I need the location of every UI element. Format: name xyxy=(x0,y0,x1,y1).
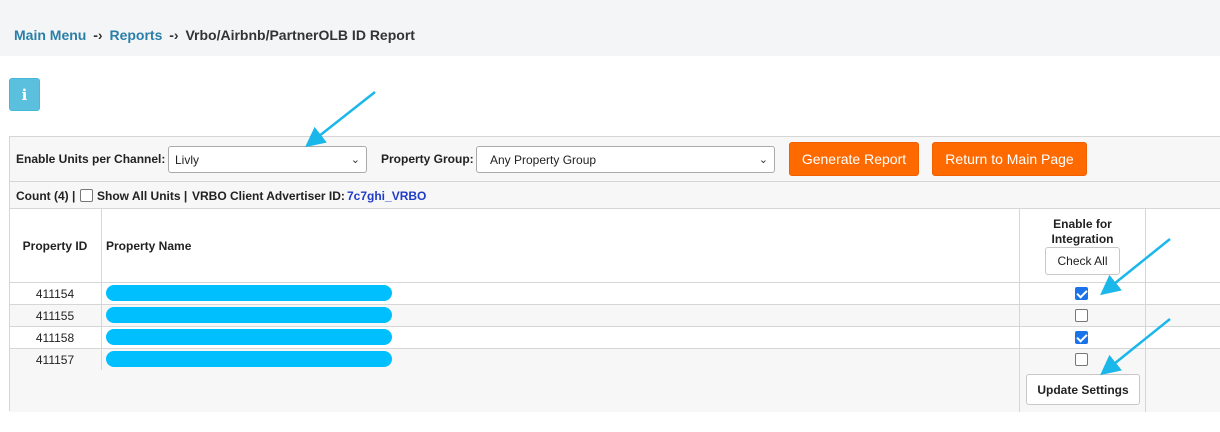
show-all-units-checkbox[interactable] xyxy=(80,189,93,202)
column-divider xyxy=(1019,209,1020,412)
info-button[interactable]: i xyxy=(9,78,40,111)
property-id: 411155 xyxy=(35,309,75,323)
redacted-property-name xyxy=(106,351,392,367)
table-row: 411158 xyxy=(10,327,1220,349)
column-header-enable-line1: Enable for xyxy=(1053,217,1112,231)
enable-integration-checkbox[interactable] xyxy=(1075,309,1088,322)
enable-integration-checkbox[interactable] xyxy=(1075,353,1088,366)
advertiser-id: 7c7ghi_VRBO xyxy=(347,189,427,203)
advertiser-label: VRBO Client Advertiser ID: xyxy=(192,189,345,203)
count-bar: Count (4) | Show All Units | VRBO Client… xyxy=(10,182,1220,209)
info-icon: i xyxy=(21,85,28,104)
redacted-property-name xyxy=(106,329,392,345)
redacted-property-name xyxy=(106,307,392,323)
chevron-down-icon: ⌄ xyxy=(350,154,360,166)
filter-row: Enable Units per Channel: Livly ⌄ Proper… xyxy=(10,137,1220,182)
table-row: 411155 xyxy=(10,305,1220,327)
channel-select[interactable]: Livly ⌄ xyxy=(168,146,367,173)
channel-label: Enable Units per Channel: xyxy=(16,152,166,166)
property-id: 411154 xyxy=(35,287,75,301)
breadcrumb-reports[interactable]: Reports xyxy=(109,27,162,43)
column-divider xyxy=(101,209,102,370)
column-divider xyxy=(1145,209,1146,412)
column-header-property-id: Property ID xyxy=(22,239,88,253)
property-group-label: Property Group: xyxy=(381,152,474,166)
column-header-property-name: Property Name xyxy=(106,239,192,253)
check-all-button[interactable]: Check All xyxy=(1045,247,1120,275)
property-id: 411157 xyxy=(35,353,75,367)
table-header: Property ID Property Name Enable for Int… xyxy=(10,209,1220,283)
show-all-units-label: Show All Units | xyxy=(97,189,188,203)
report-panel: Enable Units per Channel: Livly ⌄ Proper… xyxy=(9,136,1220,412)
update-settings-button[interactable]: Update Settings xyxy=(1026,374,1140,405)
redacted-property-name xyxy=(106,285,392,301)
property-id: 411158 xyxy=(35,331,75,345)
column-header-enable-line2: Integration xyxy=(1051,232,1114,246)
top-bar: Main Menu -› Reports -› Vrbo/Airbnb/Part… xyxy=(0,0,1220,56)
enable-integration-checkbox[interactable] xyxy=(1075,287,1088,300)
channel-select-value: Livly xyxy=(175,152,200,167)
table-row: 411154 xyxy=(10,283,1220,305)
breadcrumb-separator: -› xyxy=(93,27,103,43)
chevron-down-icon: ⌄ xyxy=(758,154,768,166)
breadcrumb-main-menu[interactable]: Main Menu xyxy=(14,27,86,43)
breadcrumb-separator: -› xyxy=(169,27,179,43)
property-group-select[interactable]: Any Property Group ⌄ xyxy=(476,146,775,173)
table-footer: Update Settings xyxy=(10,370,1220,412)
count-text: Count (4) | xyxy=(16,189,76,203)
breadcrumb: Main Menu -› Reports -› Vrbo/Airbnb/Part… xyxy=(14,27,415,43)
return-main-page-button[interactable]: Return to Main Page xyxy=(932,142,1087,176)
table-row: 411157 xyxy=(10,349,1220,371)
property-group-select-value: Any Property Group xyxy=(490,152,597,167)
enable-integration-checkbox[interactable] xyxy=(1075,331,1088,344)
breadcrumb-current: Vrbo/Airbnb/PartnerOLB ID Report xyxy=(185,27,415,43)
generate-report-button[interactable]: Generate Report xyxy=(789,142,919,176)
